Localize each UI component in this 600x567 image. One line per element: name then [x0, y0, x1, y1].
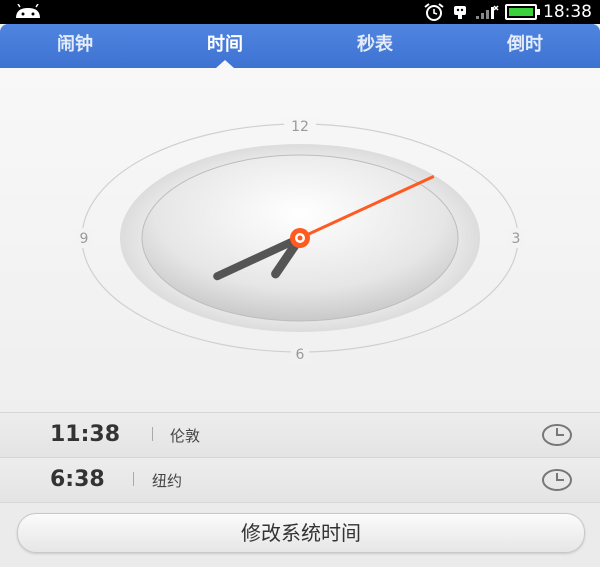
row-divider — [133, 472, 134, 486]
android-icon — [16, 4, 40, 18]
numeral-9: 9 — [80, 231, 89, 247]
active-tab-indicator — [216, 60, 234, 68]
status-time: 18:38 — [543, 2, 592, 22]
analog-clock: 12 3 6 9 — [75, 116, 525, 364]
battery-icon — [505, 4, 540, 20]
clock-icon[interactable] — [542, 423, 572, 447]
change-system-time-button[interactable]: 修改系统时间 — [17, 513, 585, 553]
world-time-value: 6:38 — [50, 467, 105, 492]
tab-alarm[interactable]: 闹钟 — [20, 24, 130, 68]
analog-clock-area: 12 3 6 9 — [0, 68, 600, 412]
status-bar: 18:38 — [0, 0, 600, 24]
world-time-city: 伦敦 — [170, 427, 201, 445]
tab-stopwatch[interactable]: 秒表 — [320, 24, 430, 68]
world-time-value: 11:38 — [50, 422, 121, 447]
numeral-12: 12 — [291, 119, 309, 135]
alarm-clock-icon — [424, 3, 444, 21]
numeral-3: 3 — [512, 231, 521, 247]
notification-icon — [454, 6, 466, 19]
row-divider — [152, 427, 153, 441]
world-time-row-newyork[interactable]: 6:38 纽约 — [0, 457, 600, 502]
world-time-city: 纽约 — [152, 472, 183, 490]
numeral-6: 6 — [296, 347, 305, 363]
clock-icon[interactable] — [542, 468, 572, 492]
signal-icon — [476, 5, 499, 19]
world-time-row-london[interactable]: 11:38 伦敦 — [0, 412, 600, 457]
tab-countdown[interactable]: 倒时 — [470, 24, 580, 68]
bottom-bar: 修改系统时间 — [0, 502, 600, 567]
tab-bar: 闹钟 时间 秒表 倒时 — [0, 24, 600, 68]
